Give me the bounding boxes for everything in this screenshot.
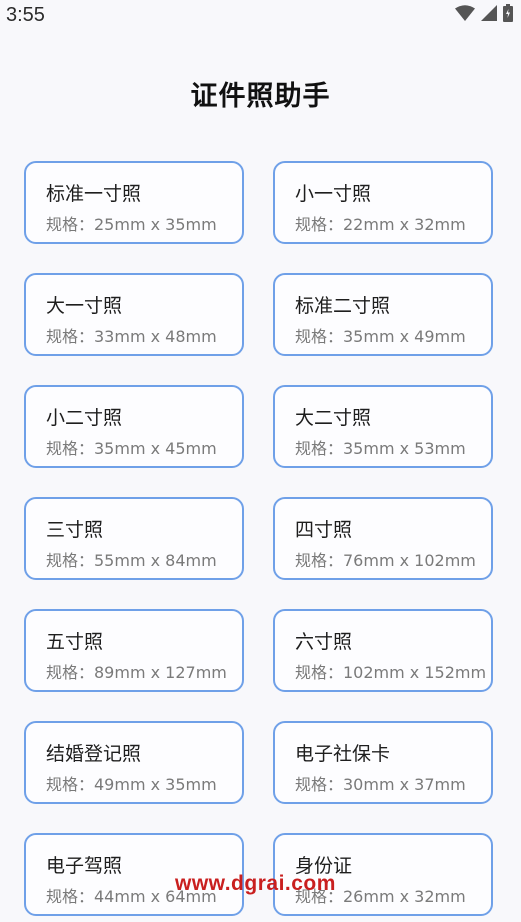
status-bar: 3:55 bbox=[0, 0, 521, 32]
card-title: 五寸照 bbox=[46, 631, 104, 653]
watermark: www.dgrai.com bbox=[175, 872, 336, 895]
card-title: 小二寸照 bbox=[46, 407, 123, 429]
photo-type-card[interactable]: 五寸照 规格：89mm x 127mm bbox=[24, 609, 244, 692]
card-title: 标准一寸照 bbox=[46, 183, 142, 205]
card-spec: 规格：33mm x 48mm bbox=[46, 327, 217, 346]
photo-type-card[interactable]: 小二寸照 规格：35mm x 45mm bbox=[24, 385, 244, 468]
card-spec: 规格：89mm x 127mm bbox=[46, 663, 227, 682]
wifi-icon bbox=[455, 5, 475, 25]
photo-type-card[interactable]: 三寸照 规格：55mm x 84mm bbox=[24, 497, 244, 580]
cell-signal-icon bbox=[481, 5, 497, 25]
photo-type-card[interactable]: 结婚登记照 规格：49mm x 35mm bbox=[24, 721, 244, 804]
photo-type-card[interactable]: 小一寸照 规格：22mm x 32mm bbox=[273, 161, 493, 244]
card-spec: 规格：35mm x 49mm bbox=[295, 327, 466, 346]
photo-type-card[interactable]: 大一寸照 规格：33mm x 48mm bbox=[24, 273, 244, 356]
status-icons bbox=[455, 4, 513, 26]
card-title: 六寸照 bbox=[295, 631, 353, 653]
card-title: 三寸照 bbox=[46, 519, 104, 541]
card-spec: 规格：22mm x 32mm bbox=[295, 215, 466, 234]
card-title: 标准二寸照 bbox=[295, 295, 391, 317]
card-title: 结婚登记照 bbox=[46, 743, 142, 765]
photo-type-grid: 标准一寸照 规格：25mm x 35mm 小一寸照 规格：22mm x 32mm… bbox=[24, 161, 494, 916]
photo-type-card[interactable]: 标准一寸照 规格：25mm x 35mm bbox=[24, 161, 244, 244]
battery-icon bbox=[503, 4, 513, 26]
card-title: 四寸照 bbox=[295, 519, 353, 541]
card-title: 大一寸照 bbox=[46, 295, 123, 317]
card-spec: 规格：76mm x 102mm bbox=[295, 551, 476, 570]
photo-type-card[interactable]: 电子社保卡 规格：30mm x 37mm bbox=[273, 721, 493, 804]
photo-type-card[interactable]: 标准二寸照 规格：35mm x 49mm bbox=[273, 273, 493, 356]
photo-type-card[interactable]: 四寸照 规格：76mm x 102mm bbox=[273, 497, 493, 580]
card-title: 电子社保卡 bbox=[295, 743, 391, 765]
card-spec: 规格：49mm x 35mm bbox=[46, 775, 217, 794]
card-spec: 规格：35mm x 45mm bbox=[46, 439, 217, 458]
card-spec: 规格：30mm x 37mm bbox=[295, 775, 466, 794]
page-title: 证件照助手 bbox=[190, 81, 331, 112]
photo-type-card[interactable]: 大二寸照 规格：35mm x 53mm bbox=[273, 385, 493, 468]
card-title: 大二寸照 bbox=[295, 407, 372, 429]
card-title: 小一寸照 bbox=[295, 183, 372, 205]
status-time: 3:55 bbox=[6, 4, 45, 26]
photo-type-card[interactable]: 六寸照 规格：102mm x 152mm bbox=[273, 609, 493, 692]
card-spec: 规格：35mm x 53mm bbox=[295, 439, 466, 458]
card-spec: 规格：102mm x 152mm bbox=[295, 663, 487, 682]
card-spec: 规格：55mm x 84mm bbox=[46, 551, 217, 570]
card-title: 电子驾照 bbox=[46, 855, 123, 877]
card-spec: 规格：25mm x 35mm bbox=[46, 215, 217, 234]
